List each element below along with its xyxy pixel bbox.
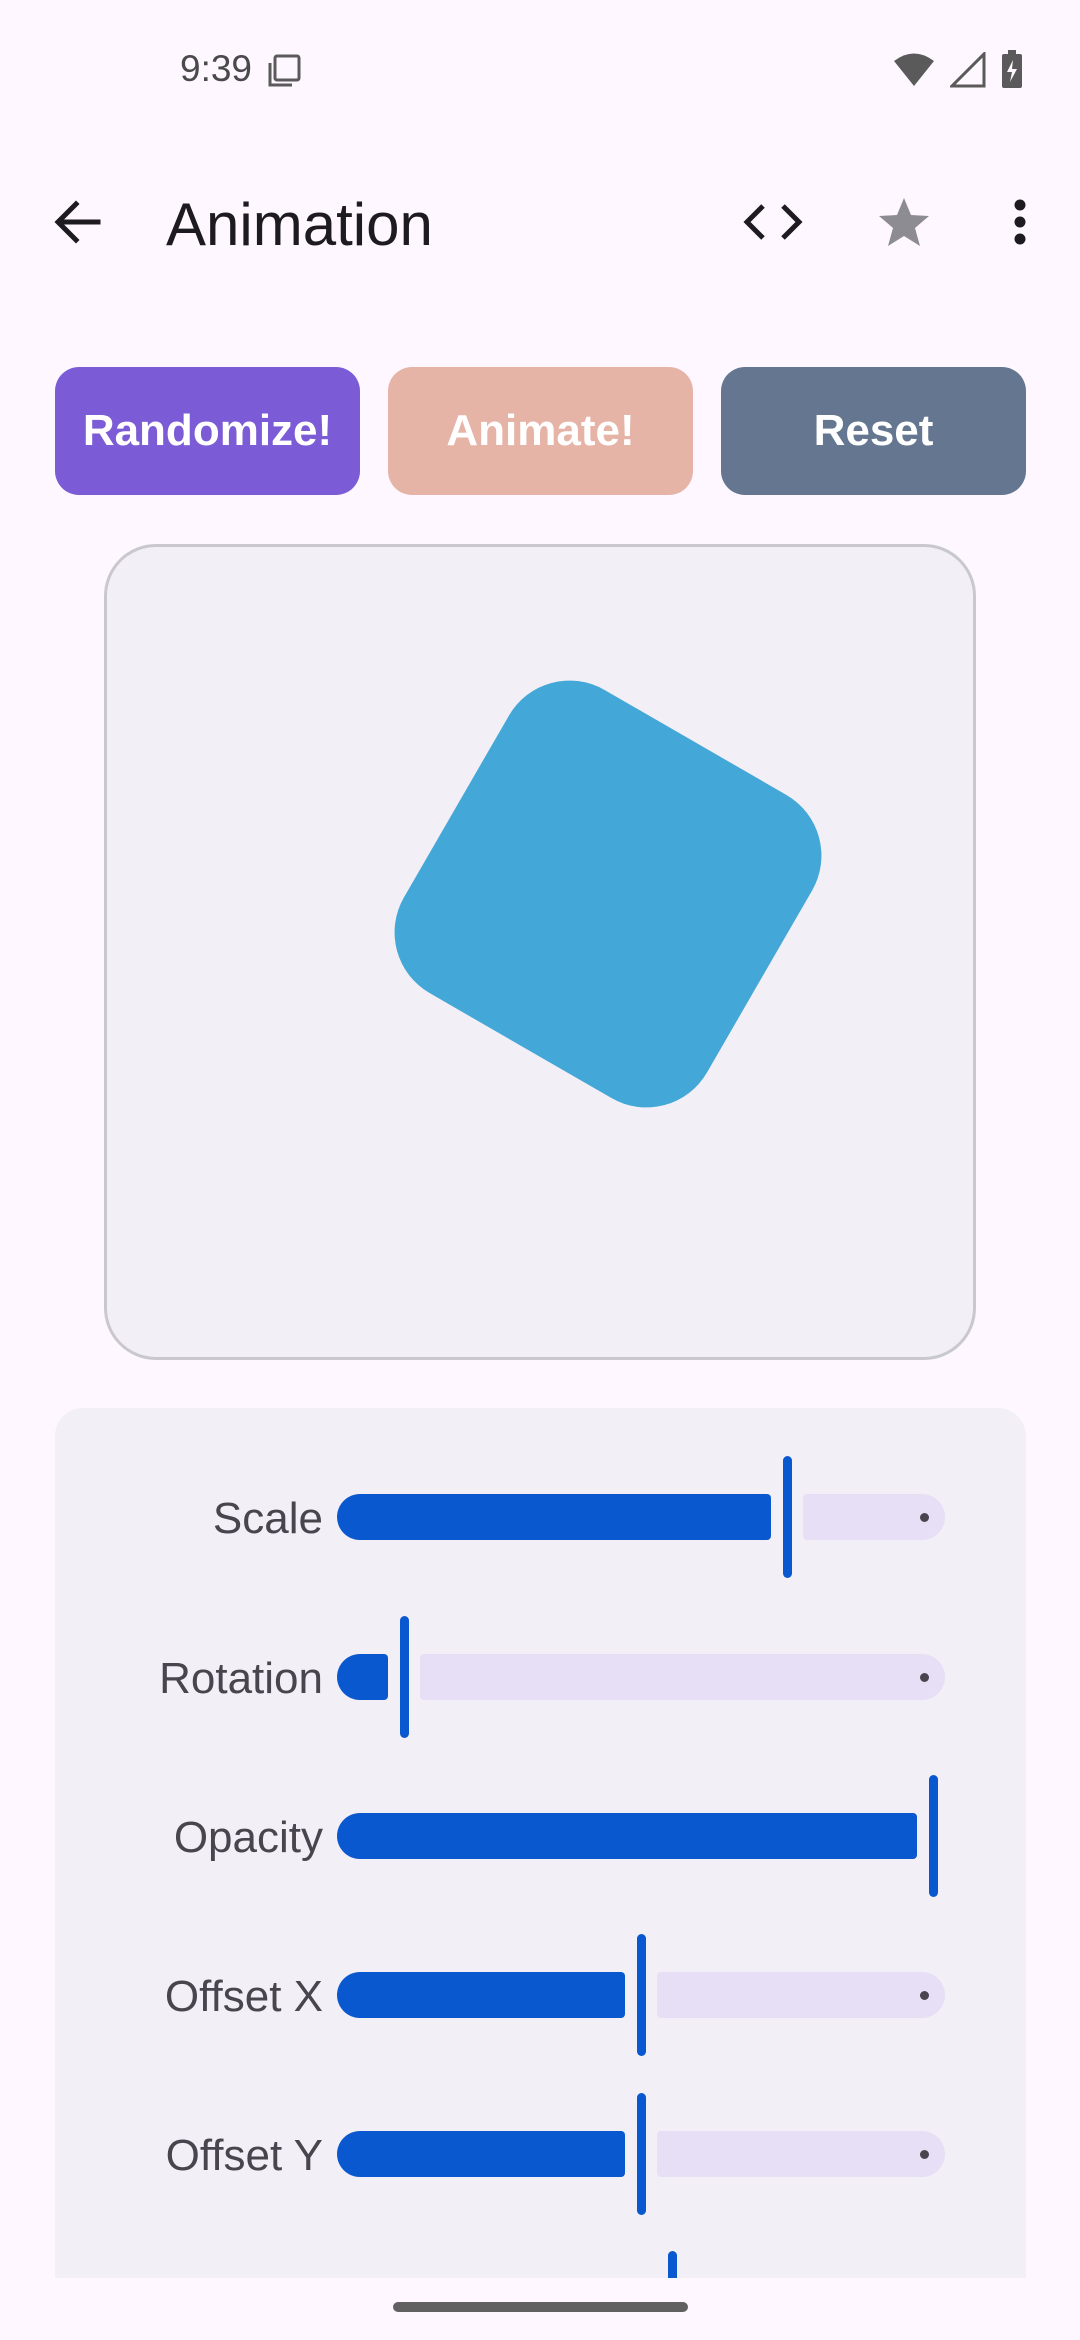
slider-stop-indicator: [920, 2150, 929, 2159]
cellular-signal-icon: [948, 50, 986, 93]
status-time: 9:39: [180, 48, 253, 89]
slider-row-offset-x: Offset X: [55, 1934, 1026, 2056]
slider-thumb[interactable]: [637, 1934, 646, 2056]
slider-stop-indicator: [920, 1991, 929, 2000]
slider-active-track: [337, 2131, 625, 2177]
reset-button[interactable]: Reset: [721, 367, 1026, 495]
slider-row-scale: Scale: [55, 1456, 1026, 1578]
more-options-button[interactable]: [982, 186, 1058, 262]
rotation-slider[interactable]: [337, 1616, 945, 1738]
slider-thumb[interactable]: [782, 1456, 792, 1578]
slider-stop-indicator: [920, 1673, 929, 1682]
more-vert-icon: [1013, 199, 1027, 250]
back-button[interactable]: [40, 186, 116, 262]
top-app-bar: Animation: [0, 170, 1080, 280]
status-icons: [892, 50, 1024, 95]
slider-row-rotation: Rotation: [55, 1616, 1026, 1738]
slider-label: Opacity: [173, 1813, 323, 1862]
star-icon: [877, 196, 931, 253]
offset-x-slider[interactable]: [337, 1934, 945, 2056]
animation-preview-card: [104, 544, 976, 1360]
slider-inactive-track: [657, 1972, 945, 2018]
gesture-navigation-handle[interactable]: [393, 2302, 688, 2312]
view-code-button[interactable]: [735, 186, 811, 262]
scale-slider[interactable]: [337, 1456, 945, 1578]
opacity-slider[interactable]: [337, 1775, 945, 1897]
slider-inactive-track: [419, 1654, 945, 1700]
slider-row-offset-y: Offset Y: [55, 2093, 1026, 2215]
randomize-button[interactable]: Randomize!: [55, 367, 360, 495]
arrow-back-icon: [52, 196, 104, 253]
page-title: Animation: [166, 191, 433, 258]
favorite-button[interactable]: [866, 186, 942, 262]
animated-square-shape: [368, 654, 848, 1134]
slider-thumb[interactable]: [399, 1616, 409, 1738]
partially-visible-slider-thumb[interactable]: [668, 2251, 677, 2278]
slider-row-opacity: Opacity: [55, 1775, 1026, 1897]
slider-active-track: [337, 1494, 771, 1540]
slider-active-track: [337, 1972, 625, 2018]
slider-thumb[interactable]: [637, 2093, 646, 2215]
slider-label: Offset X: [164, 1972, 323, 2021]
status-bar: 9:39: [0, 0, 1080, 140]
slider-inactive-track: [657, 2131, 945, 2177]
slider-label: Scale: [212, 1494, 323, 1543]
action-button-row: Randomize! Animate! Reset: [55, 367, 1026, 495]
animation-controls-panel: Scale Rotation Opacity Offset X Offset Y: [55, 1408, 1026, 2278]
slider-thumb[interactable]: [928, 1775, 938, 1897]
slider-active-track: [337, 1654, 388, 1700]
slider-active-track: [337, 1813, 917, 1859]
animate-button[interactable]: Animate!: [388, 367, 693, 495]
offset-y-slider[interactable]: [337, 2093, 945, 2215]
slider-label: Rotation: [159, 1654, 323, 1703]
slider-label: Offset Y: [165, 2131, 323, 2180]
slider-stop-indicator: [920, 1513, 929, 1522]
wifi-icon: [892, 52, 936, 93]
screenshot-notification-icon: [266, 53, 302, 94]
code-icon: [743, 200, 803, 249]
battery-icon: [1000, 50, 1024, 95]
